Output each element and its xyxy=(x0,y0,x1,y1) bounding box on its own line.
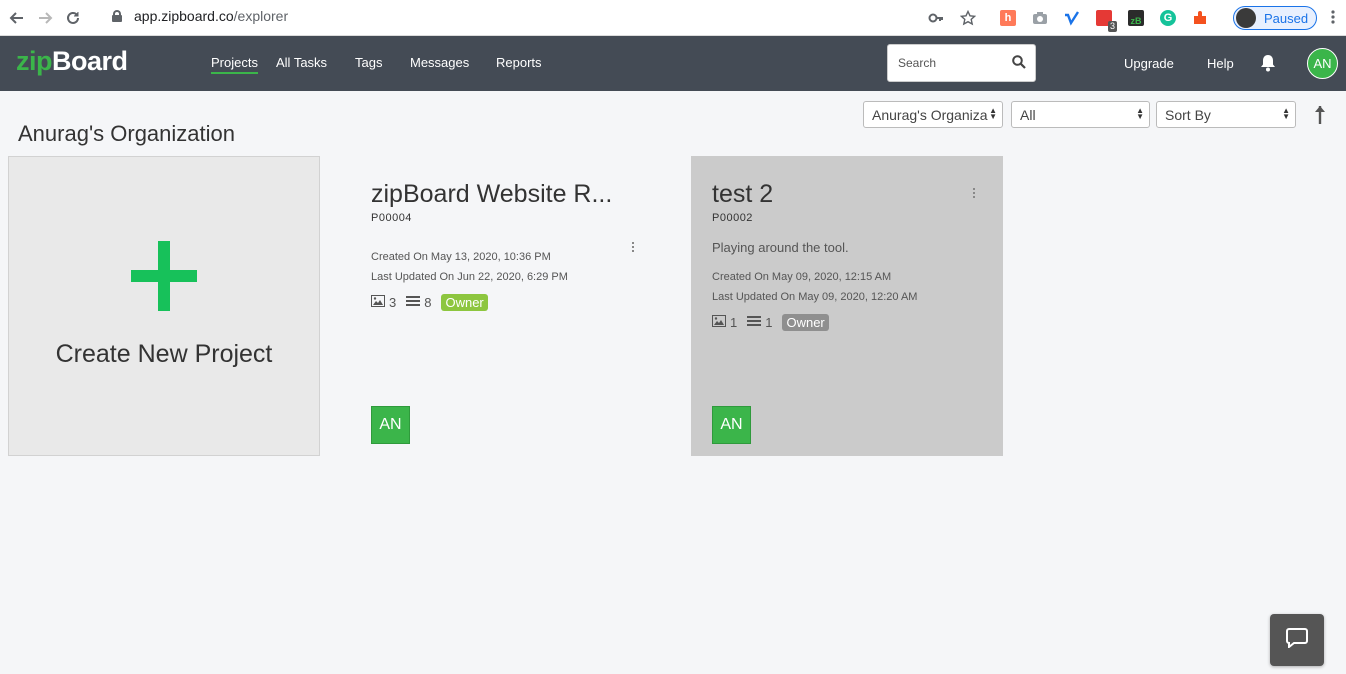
zipboard-extension-icon[interactable]: zB xyxy=(1125,7,1147,29)
profile-button[interactable]: Paused xyxy=(1233,6,1317,30)
profile-avatar xyxy=(1236,8,1256,28)
project-counts: 3 8 Owner xyxy=(371,294,488,311)
profile-status: Paused xyxy=(1264,10,1309,26)
select-arrows-icon: ▲ ▼ xyxy=(1136,106,1144,121)
url-host: app.zipboard.co xyxy=(134,8,234,24)
page-title: Anurag's Organization xyxy=(18,121,235,146)
url-path: /explorer xyxy=(233,8,289,24)
role-badge: Owner xyxy=(441,294,488,311)
project-id: P00004 xyxy=(371,212,412,224)
bell-icon[interactable] xyxy=(1260,54,1276,77)
logo-zip: zip xyxy=(16,46,53,76)
nav-all-tasks[interactable]: All Tasks xyxy=(276,55,327,70)
address-bar[interactable]: app.zipboard.co/explorer xyxy=(112,8,288,24)
updated-date: Last Updated On May 09, 2020, 12:20 AM xyxy=(712,291,918,303)
hubspot-icon[interactable]: h xyxy=(997,7,1019,29)
member-avatar[interactable]: AN xyxy=(712,406,751,444)
member-avatar[interactable]: AN xyxy=(371,406,410,444)
plus-icon xyxy=(131,241,197,316)
camera-icon[interactable] xyxy=(1029,7,1051,29)
select-arrows-icon: ▲ ▼ xyxy=(1282,106,1290,121)
key-icon[interactable] xyxy=(925,7,947,29)
tasks-icon xyxy=(406,295,421,310)
project-id: P00002 xyxy=(712,212,753,224)
nav-tags[interactable]: Tags xyxy=(355,55,382,70)
select-arrows-icon: ▲ ▼ xyxy=(989,106,997,121)
browser-menu-icon[interactable] xyxy=(1331,9,1335,29)
search-box xyxy=(887,44,1036,82)
sort-ascending-icon[interactable] xyxy=(1313,104,1327,129)
forward-arrow-icon[interactable] xyxy=(34,7,56,29)
logo-board: Board xyxy=(52,46,128,76)
sort-select-value: Sort By xyxy=(1165,106,1211,123)
vimeo-icon[interactable] xyxy=(1061,7,1083,29)
created-date: Created On May 09, 2020, 12:15 AM xyxy=(712,271,892,283)
grammarly-icon[interactable]: G xyxy=(1157,7,1179,29)
user-avatar[interactable]: AN xyxy=(1307,48,1338,79)
filter-select-value: All xyxy=(1020,106,1036,123)
sort-select[interactable]: Sort By ▲ ▼ xyxy=(1156,101,1296,128)
image-count: 3 xyxy=(389,295,397,310)
calendar-extension-icon[interactable]: 3 xyxy=(1093,7,1117,32)
puzzle-extension-icon[interactable] xyxy=(1189,7,1211,29)
zipboard-logo[interactable]: zipBoard xyxy=(16,46,128,77)
project-counts: 1 1 Owner xyxy=(712,314,829,331)
organization-select-value: Anurag's Organiza xyxy=(872,106,988,123)
project-description: Playing around the tool. xyxy=(712,240,849,255)
tasks-icon xyxy=(747,315,762,330)
browser-toolbar: app.zipboard.co/explorer h 3 zB G Paused xyxy=(0,0,1346,36)
updated-date: Last Updated On Jun 22, 2020, 6:29 PM xyxy=(371,271,568,283)
image-icon xyxy=(371,295,385,310)
chat-bubble-icon xyxy=(1286,627,1308,653)
upgrade-link[interactable]: Upgrade xyxy=(1124,56,1174,71)
organization-select[interactable]: Anurag's Organiza ▲ ▼ xyxy=(863,101,1003,128)
project-title[interactable]: zipBoard Website R... xyxy=(371,180,612,209)
created-date: Created On May 13, 2020, 10:36 PM xyxy=(371,251,551,263)
project-card[interactable]: test 2 P00002 Playing around the tool. C… xyxy=(691,156,1003,456)
nav-reports[interactable]: Reports xyxy=(496,55,542,70)
task-count: 8 xyxy=(424,295,432,310)
project-card[interactable]: zipBoard Website R... P00004 Created On … xyxy=(350,156,662,456)
more-options-icon[interactable] xyxy=(632,242,636,252)
nav-messages[interactable]: Messages xyxy=(410,55,469,70)
create-project-card[interactable]: Create New Project xyxy=(8,156,320,456)
back-arrow-icon[interactable] xyxy=(6,7,28,29)
create-project-label: Create New Project xyxy=(55,340,273,368)
app-header: zipBoard Projects All Tasks Tags Message… xyxy=(0,36,1346,91)
nav-projects[interactable]: Projects xyxy=(211,55,258,74)
image-count: 1 xyxy=(730,315,738,330)
chat-widget-button[interactable] xyxy=(1270,614,1324,666)
lock-icon xyxy=(112,10,122,22)
help-link[interactable]: Help xyxy=(1207,56,1234,71)
reload-icon[interactable] xyxy=(62,7,84,29)
star-icon[interactable] xyxy=(957,7,979,29)
extension-badge: 3 xyxy=(1107,21,1117,32)
filter-select[interactable]: All ▲ ▼ xyxy=(1011,101,1150,128)
role-badge: Owner xyxy=(782,314,829,331)
search-icon[interactable] xyxy=(1012,55,1026,74)
task-count: 1 xyxy=(765,315,773,330)
image-icon xyxy=(712,315,726,330)
search-input[interactable] xyxy=(898,56,1008,70)
more-options-icon[interactable] xyxy=(973,188,977,198)
project-title[interactable]: test 2 xyxy=(712,180,773,209)
